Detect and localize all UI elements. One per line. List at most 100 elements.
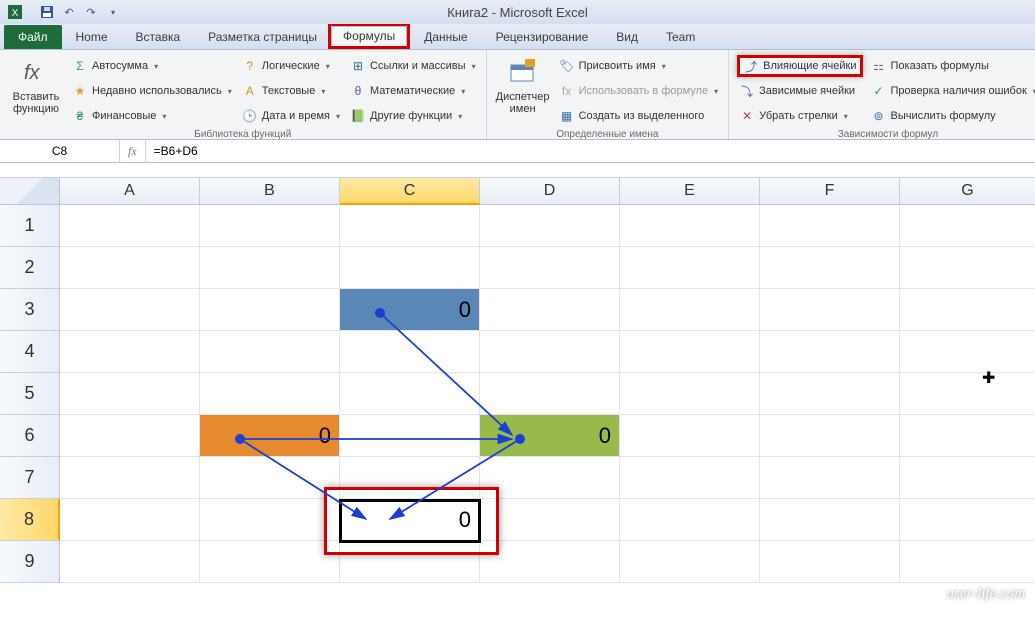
cell-C3[interactable]: 0 (340, 289, 480, 331)
cell-B1[interactable] (200, 205, 340, 247)
cell-B3[interactable] (200, 289, 340, 331)
fx-button-icon[interactable]: fx (128, 144, 137, 159)
tab-insert[interactable]: Вставка (122, 25, 195, 49)
cell-B4[interactable] (200, 331, 340, 373)
cell-E3[interactable] (620, 289, 760, 331)
cell-D8[interactable] (480, 499, 620, 541)
text-button[interactable]: AТекстовые▾ (240, 80, 342, 102)
cell-E9[interactable] (620, 541, 760, 583)
cell-D7[interactable] (480, 457, 620, 499)
cell-B5[interactable] (200, 373, 340, 415)
cell-B6[interactable]: 0 (200, 415, 340, 457)
cell-C7[interactable] (340, 457, 480, 499)
tab-review[interactable]: Рецензирование (482, 25, 603, 49)
tab-view[interactable]: Вид (602, 25, 652, 49)
cell-A8[interactable] (60, 499, 200, 541)
cell-F1[interactable] (760, 205, 900, 247)
recently-used-button[interactable]: ★Недавно использовались▾ (70, 80, 234, 102)
col-header-F[interactable]: F (760, 178, 900, 205)
cell-D4[interactable] (480, 331, 620, 373)
row-header-3[interactable]: 3 (0, 289, 60, 331)
cell-E2[interactable] (620, 247, 760, 289)
file-tab[interactable]: Файл (4, 25, 62, 49)
cell-F2[interactable] (760, 247, 900, 289)
cell-A2[interactable] (60, 247, 200, 289)
remove-arrows-button[interactable]: ✕Убрать стрелки▾ (737, 105, 862, 127)
cell-F4[interactable] (760, 331, 900, 373)
use-in-formula-button[interactable]: fxИспользовать в формуле▾ (557, 80, 721, 102)
cell-F5[interactable] (760, 373, 900, 415)
trace-precedents-button[interactable]: ⤴Влияющие ячейки (737, 55, 862, 77)
row-header-7[interactable]: 7 (0, 457, 60, 499)
tab-data[interactable]: Данные (410, 25, 481, 49)
cell-A6[interactable] (60, 415, 200, 457)
cell-G8[interactable] (900, 499, 1035, 541)
col-header-G[interactable]: G (900, 178, 1035, 205)
cell-B8[interactable] (200, 499, 340, 541)
cell-G7[interactable] (900, 457, 1035, 499)
row-header-1[interactable]: 1 (0, 205, 60, 247)
cell-B7[interactable] (200, 457, 340, 499)
cell-A7[interactable] (60, 457, 200, 499)
define-name-button[interactable]: 🏷Присвоить имя▾ (557, 55, 721, 77)
error-checking-button[interactable]: ✓Проверка наличия ошибок▾ (869, 80, 1035, 102)
col-header-B[interactable]: B (200, 178, 340, 205)
undo-icon[interactable]: ↶ (60, 3, 78, 21)
tab-team[interactable]: Team (652, 25, 709, 49)
save-icon[interactable] (38, 3, 56, 21)
cell-A9[interactable] (60, 541, 200, 583)
cell-G5[interactable] (900, 373, 1035, 415)
financial-button[interactable]: ₴Финансовые▾ (70, 105, 234, 127)
cell-E7[interactable] (620, 457, 760, 499)
tab-page-layout[interactable]: Разметка страницы (194, 25, 331, 49)
cell-C5[interactable] (340, 373, 480, 415)
cell-B9[interactable] (200, 541, 340, 583)
cell-G2[interactable] (900, 247, 1035, 289)
cell-D6[interactable]: 0 (480, 415, 620, 457)
name-box[interactable]: C8 (0, 140, 120, 162)
other-functions-button[interactable]: 📗Другие функции▾ (348, 105, 478, 127)
cell-E1[interactable] (620, 205, 760, 247)
cell-F7[interactable] (760, 457, 900, 499)
cell-B2[interactable] (200, 247, 340, 289)
math-button[interactable]: θМатематические▾ (348, 80, 478, 102)
excel-icon[interactable]: X (6, 3, 24, 21)
cell-C4[interactable] (340, 331, 480, 373)
create-from-selection-button[interactable]: ▦Создать из выделенного (557, 105, 721, 127)
row-header-2[interactable]: 2 (0, 247, 60, 289)
cell-E8[interactable] (620, 499, 760, 541)
col-header-C[interactable]: C (340, 178, 480, 205)
select-all-triangle[interactable] (0, 178, 60, 205)
col-header-A[interactable]: A (60, 178, 200, 205)
cell-C2[interactable] (340, 247, 480, 289)
lookup-button[interactable]: ⊞Ссылки и массивы▾ (348, 55, 478, 77)
cell-C6[interactable] (340, 415, 480, 457)
qat-more-icon[interactable]: ▾ (104, 3, 122, 21)
cell-F3[interactable] (760, 289, 900, 331)
row-header-6[interactable]: 6 (0, 415, 60, 457)
logical-button[interactable]: ?Логические▾ (240, 55, 342, 77)
cell-G9[interactable] (900, 541, 1035, 583)
show-formulas-button[interactable]: ⚏Показать формулы (869, 55, 1035, 77)
cell-E4[interactable] (620, 331, 760, 373)
cell-D5[interactable] (480, 373, 620, 415)
autosum-button[interactable]: ΣАвтосумма▾ (70, 55, 234, 77)
cell-A3[interactable] (60, 289, 200, 331)
name-manager-button[interactable]: Диспетчер имен (495, 53, 551, 127)
tab-formulas[interactable]: Формулы (331, 26, 407, 46)
cell-E5[interactable] (620, 373, 760, 415)
col-header-D[interactable]: D (480, 178, 620, 205)
cell-C9[interactable] (340, 541, 480, 583)
row-header-8[interactable]: 8 (0, 499, 60, 541)
trace-dependents-button[interactable]: ⤵Зависимые ячейки (737, 80, 862, 102)
col-header-E[interactable]: E (620, 178, 760, 205)
cell-E6[interactable] (620, 415, 760, 457)
insert-function-button[interactable]: fx Вставить функцию (8, 53, 64, 127)
cell-F6[interactable] (760, 415, 900, 457)
redo-icon[interactable]: ↷ (82, 3, 100, 21)
tab-home[interactable]: Home (62, 25, 122, 49)
cell-G4[interactable] (900, 331, 1035, 373)
cell-D9[interactable] (480, 541, 620, 583)
cell-A4[interactable] (60, 331, 200, 373)
datetime-button[interactable]: 🕒Дата и время▾ (240, 105, 342, 127)
